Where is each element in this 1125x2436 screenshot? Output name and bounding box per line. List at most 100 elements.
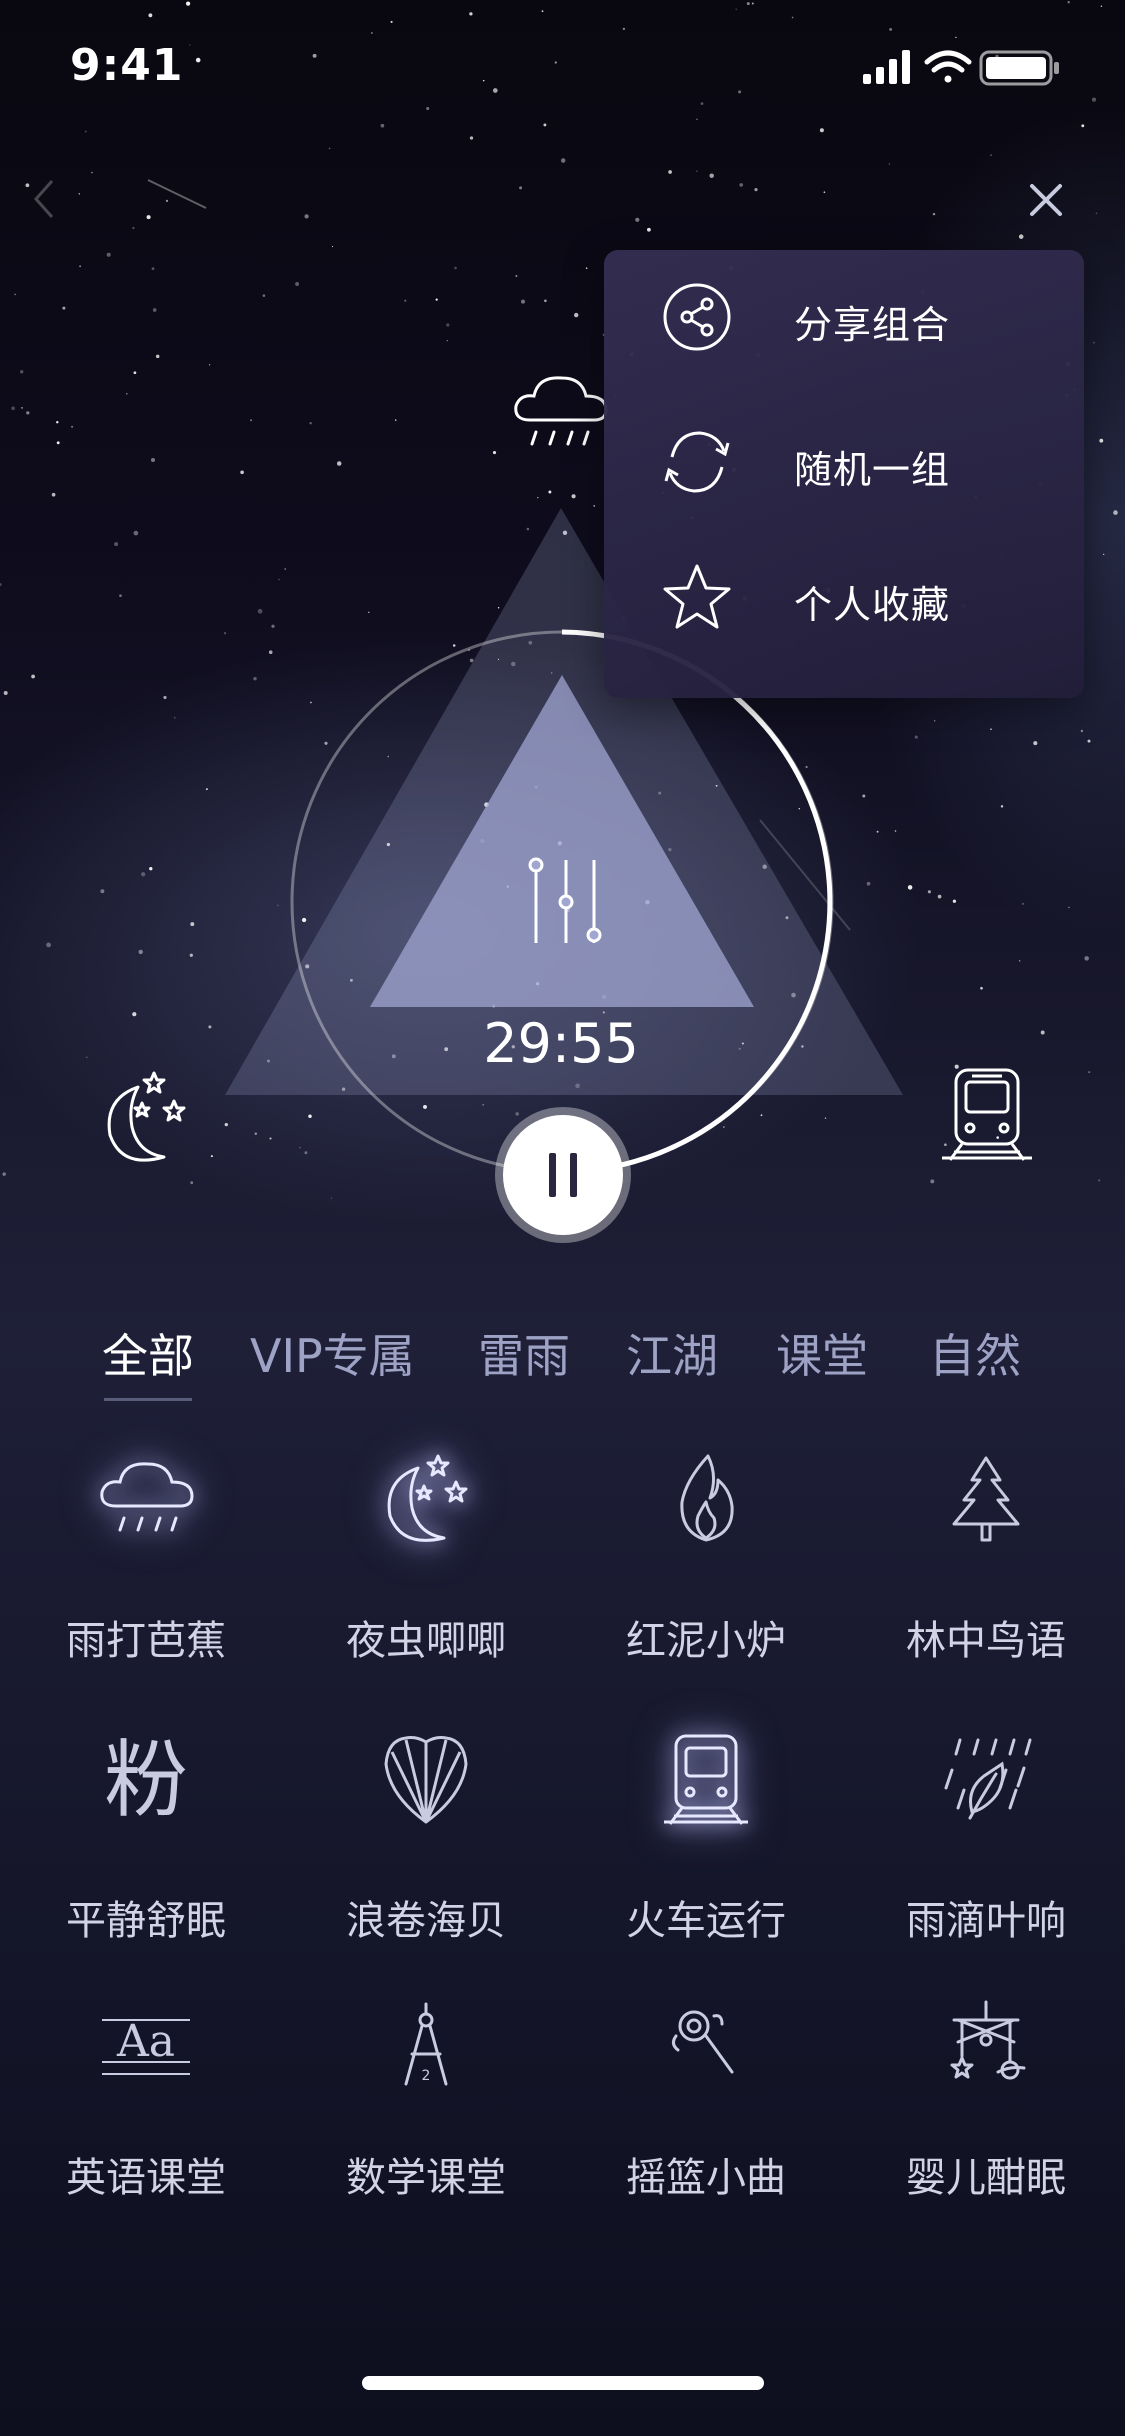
star [541, 10, 544, 13]
star [519, 186, 523, 190]
star [585, 267, 588, 269]
sound-item-clay-stove[interactable]: 红泥小炉 [566, 1450, 846, 1664]
sound-label: 红泥小炉 [626, 1618, 786, 1664]
star [380, 123, 385, 128]
menu-item-share[interactable]: 分享组合 [604, 250, 1084, 380]
sound-item-night-insects[interactable]: 夜虫唧唧 [286, 1450, 566, 1664]
sound-item-seashell-waves[interactable]: 浪卷海贝 [286, 1730, 566, 1944]
baby-mobile-icon [950, 2000, 1026, 2080]
sound-item-calm-sleep[interactable]: 粉 平静舒眠 [6, 1730, 286, 1944]
star [106, 252, 111, 257]
tab-jianghu[interactable]: 江湖 [626, 1320, 718, 1386]
star [152, 308, 157, 312]
star [469, 12, 473, 16]
moon-stars-icon[interactable] [92, 1065, 202, 1175]
star [696, 118, 698, 121]
close-icon[interactable] [1022, 176, 1070, 224]
menu-item-favorites[interactable]: 个人收藏 [604, 530, 1084, 660]
sound-item-lullaby[interactable]: 摇篮小曲 [566, 2000, 846, 2201]
star [544, 299, 547, 303]
pause-bar-left [549, 1153, 556, 1197]
moon-stars-icon [387, 1454, 468, 1542]
star [295, 282, 300, 286]
star [165, 199, 169, 202]
pink-noise-icon: 粉 [103, 1731, 188, 1829]
star [390, 20, 393, 23]
category-tabs: 全部 VIP专属 雷雨 江湖 课堂 自然 [0, 1320, 1125, 1410]
star [84, 130, 87, 133]
star [454, 266, 457, 270]
sound-item-raindrop-leaves[interactable]: 雨滴叶响 [846, 1730, 1125, 1944]
countdown-timer: 29:55 [483, 1012, 639, 1075]
star [195, 57, 201, 63]
star [696, 170, 698, 172]
train-icon[interactable] [932, 1060, 1042, 1170]
back-chevron-icon[interactable] [24, 175, 64, 223]
star [932, 212, 936, 216]
seashell-icon [384, 1736, 468, 1824]
star [492, 88, 498, 93]
sound-item-english-class[interactable]: Aa 英语课堂 [6, 2000, 286, 2201]
rain-cloud-icon[interactable] [514, 376, 608, 446]
train-icon [664, 1734, 748, 1825]
sound-label: 火车运行 [626, 1898, 786, 1944]
tab-thunderstorm[interactable]: 雷雨 [478, 1320, 570, 1386]
english-aa-icon: Aa [102, 2016, 190, 2075]
star [426, 106, 430, 111]
tab-nature[interactable]: 自然 [929, 1320, 1021, 1386]
menu-label-shuffle: 随机一组 [794, 448, 951, 492]
star [404, 299, 407, 302]
star [371, 32, 373, 34]
star [738, 90, 742, 94]
star [622, 27, 626, 31]
star [746, 2, 750, 6]
star [151, 267, 155, 271]
star [328, 147, 331, 150]
home-indicator[interactable] [362, 2376, 764, 2390]
star [739, 183, 744, 187]
sound-item-forest-birds[interactable]: 林中鸟语 [846, 1450, 1125, 1664]
tab-all[interactable]: 全部 [102, 1320, 194, 1386]
pause-bar-right [570, 1153, 577, 1197]
svg-text:2: 2 [422, 2068, 431, 2084]
star [754, 187, 758, 192]
star [1091, 97, 1097, 102]
sound-label: 婴儿酣眠 [906, 2155, 1066, 2201]
menu-label-favorites: 个人收藏 [794, 583, 951, 627]
star [990, 154, 992, 156]
star [62, 306, 66, 310]
star [668, 170, 672, 174]
star [79, 265, 81, 268]
sound-label: 林中鸟语 [906, 1618, 1066, 1664]
star [1095, 212, 1098, 215]
tab-vip[interactable]: VIP专属 [250, 1320, 415, 1386]
sound-grid: 雨打芭蕉 夜虫唧唧 红泥小炉 林中鸟语 粉 平静舒眠 浪卷海贝 火车运行 雨滴叶… [0, 1450, 1125, 2250]
pine-tree-icon [952, 1456, 1020, 1542]
options-menu: 分享组合 随机一组 个人收藏 [604, 250, 1084, 698]
menu-item-shuffle[interactable]: 随机一组 [604, 395, 1084, 525]
sound-item-rain-banana[interactable]: 雨打芭蕉 [6, 1450, 286, 1664]
star [560, 158, 566, 163]
pause-button[interactable] [503, 1115, 623, 1235]
sound-label: 浪卷海贝 [346, 1898, 506, 1944]
active-tab-indicator [104, 1398, 192, 1401]
sound-item-baby-sleep[interactable]: 婴儿酣眠 [846, 2000, 1125, 2201]
sound-label: 摇篮小曲 [626, 2155, 786, 2201]
sound-label: 雨打芭蕉 [66, 1618, 226, 1664]
star-icon [663, 564, 731, 629]
star [312, 53, 317, 58]
shuffle-icon [664, 431, 730, 493]
star [554, 61, 557, 64]
tab-classroom[interactable]: 课堂 [776, 1320, 868, 1386]
star [78, 193, 81, 195]
star [146, 215, 151, 220]
star [543, 123, 547, 127]
star [1018, 234, 1024, 239]
star [635, 217, 640, 222]
star [709, 173, 714, 178]
sound-label: 平静舒眠 [66, 1898, 226, 1944]
sound-item-math-class[interactable]: 2 数学课堂 [286, 2000, 566, 2201]
compass-icon: 2 [404, 2002, 448, 2086]
star [520, 299, 526, 304]
sound-item-train-running[interactable]: 火车运行 [566, 1730, 846, 1944]
